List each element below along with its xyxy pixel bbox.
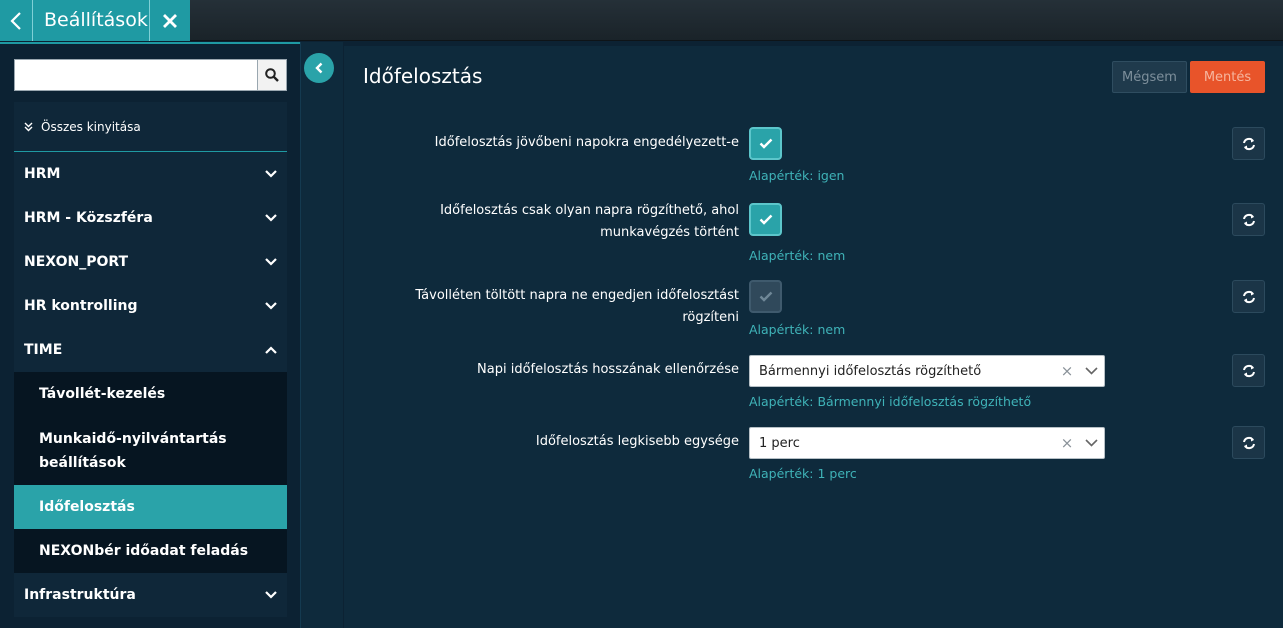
sidebar-item-label: HR kontrolling [24, 298, 138, 314]
select-value: 1 perc [759, 435, 800, 451]
clear-icon[interactable]: × [1056, 434, 1078, 452]
sidebar-subitem-tavollet[interactable]: Távollét-kezelés [14, 372, 287, 416]
check-icon [759, 291, 772, 302]
sidebar-item-label: HRM - Közszféra [24, 210, 153, 226]
reset-button[interactable] [1232, 203, 1265, 236]
reset-button[interactable] [1232, 127, 1265, 160]
chevron-down-icon[interactable] [1078, 439, 1104, 447]
default-value: Alapérték: 1 perc [749, 466, 857, 481]
sidebar-divider [0, 42, 300, 44]
clear-icon[interactable]: × [1056, 362, 1078, 380]
expand-all-label: Összes kinyitása [41, 119, 141, 134]
refresh-icon [1242, 364, 1255, 377]
sidebar-item-label: Infrastruktúra [24, 587, 136, 603]
chevron-down-icon [265, 214, 277, 222]
reset-button[interactable] [1232, 426, 1265, 459]
chevron-down-icon [265, 258, 277, 266]
sidebar-menu: HRM HRM - Közszféra NEXON_PORT HR kontro… [14, 152, 287, 617]
default-value: Alapérték: nem [749, 248, 846, 263]
reset-button[interactable] [1232, 354, 1265, 387]
minimum-unit-select[interactable]: 1 perc × [749, 427, 1105, 459]
sidebar-subitem-label: Munkaidő-nyilvántartás beállítások [39, 430, 227, 471]
sidebar-item-label: NEXON_PORT [24, 254, 129, 270]
chevron-left-icon [315, 62, 323, 74]
chevron-down-icon [265, 302, 277, 310]
chevron-up-icon [265, 346, 277, 354]
refresh-icon [1242, 290, 1255, 303]
sidebar-item-hrm-kozszfera[interactable]: HRM - Közszféra [14, 196, 287, 240]
search-box [14, 59, 287, 91]
double-chevron-down-icon [24, 122, 33, 131]
select-value: Bármennyi időfelosztás rögzíthető [759, 363, 982, 379]
work-day-only-checkbox[interactable] [749, 203, 782, 236]
default-value: Alapérték: Bármennyi időfelosztás rögzít… [749, 394, 1032, 409]
cancel-button[interactable]: Mégsem [1112, 61, 1187, 93]
sidebar-item-label: HRM [24, 166, 61, 182]
sidebar-item-infrastruktura[interactable]: Infrastruktúra [14, 573, 287, 617]
chevron-down-icon[interactable] [1078, 367, 1104, 375]
top-bar: Beállítások [0, 0, 1283, 41]
search-button[interactable] [257, 59, 287, 91]
chevron-left-icon [10, 11, 21, 30]
daily-length-check-select[interactable]: Bármennyi időfelosztás rögzíthető × [749, 355, 1105, 387]
page-title: Időfelosztás [363, 64, 483, 88]
setting-label: Napi időfelosztás hosszának ellenőrzése [477, 362, 739, 377]
chevron-down-icon [265, 170, 277, 178]
close-tab-button[interactable] [150, 0, 190, 41]
sidebar-item-time[interactable]: TIME [14, 328, 287, 372]
close-icon [163, 13, 177, 28]
default-value: Alapérték: nem [749, 322, 846, 337]
sidebar-subitem-idofelosztas[interactable]: Időfelosztás [14, 485, 287, 529]
sidebar-subitem-label: NEXONbér időadat feladás [39, 543, 249, 559]
refresh-icon [1242, 213, 1255, 226]
future-days-checkbox[interactable] [749, 127, 782, 160]
chevron-down-icon [265, 591, 277, 599]
sidebar-subitem-label: Időfelosztás [39, 499, 135, 515]
setting-label: Időfelosztás csak olyan napra rögzíthető… [440, 203, 739, 240]
settings-tab[interactable]: Beállítások [0, 0, 190, 41]
setting-label: Időfelosztás jövőbeni napokra engedélyez… [434, 135, 739, 150]
check-icon [759, 214, 772, 225]
sidebar: Összes kinyitása HRM HRM - Közszféra NEX… [0, 42, 300, 628]
save-button[interactable]: Mentés [1190, 61, 1265, 93]
search-icon [265, 68, 279, 82]
main-panel: Időfelosztás Mégsem Mentés Időfelosztás … [344, 46, 1283, 628]
absence-day-checkbox[interactable] [749, 280, 782, 313]
sidebar-rail [300, 42, 343, 628]
expand-all-button[interactable]: Összes kinyitása [14, 102, 287, 152]
setting-label: Távolléten töltött napra ne engedjen idő… [415, 288, 739, 325]
sidebar-item-nexon-port[interactable]: NEXON_PORT [14, 240, 287, 284]
reset-button[interactable] [1232, 280, 1265, 313]
sidebar-item-hrm[interactable]: HRM [14, 152, 287, 196]
sidebar-item-label: TIME [24, 342, 63, 358]
sidebar-item-hr-kontrolling[interactable]: HR kontrolling [14, 284, 287, 328]
refresh-icon [1242, 137, 1255, 150]
refresh-icon [1242, 436, 1255, 449]
setting-label: Időfelosztás legkisebb egysége [535, 434, 739, 449]
default-value: Alapérték: igen [749, 168, 845, 183]
sidebar-subitem-nexonber[interactable]: NEXONbér időadat feladás [14, 529, 287, 573]
check-icon [759, 138, 772, 149]
collapse-sidebar-button[interactable] [304, 53, 334, 83]
back-button[interactable] [0, 0, 33, 41]
sidebar-subitem-label: Távollét-kezelés [39, 386, 166, 402]
tab-title: Beállítások [33, 0, 150, 41]
sidebar-subitem-munkaido[interactable]: Munkaidő-nyilvántartás beállítások [14, 416, 287, 485]
search-input[interactable] [14, 59, 257, 91]
